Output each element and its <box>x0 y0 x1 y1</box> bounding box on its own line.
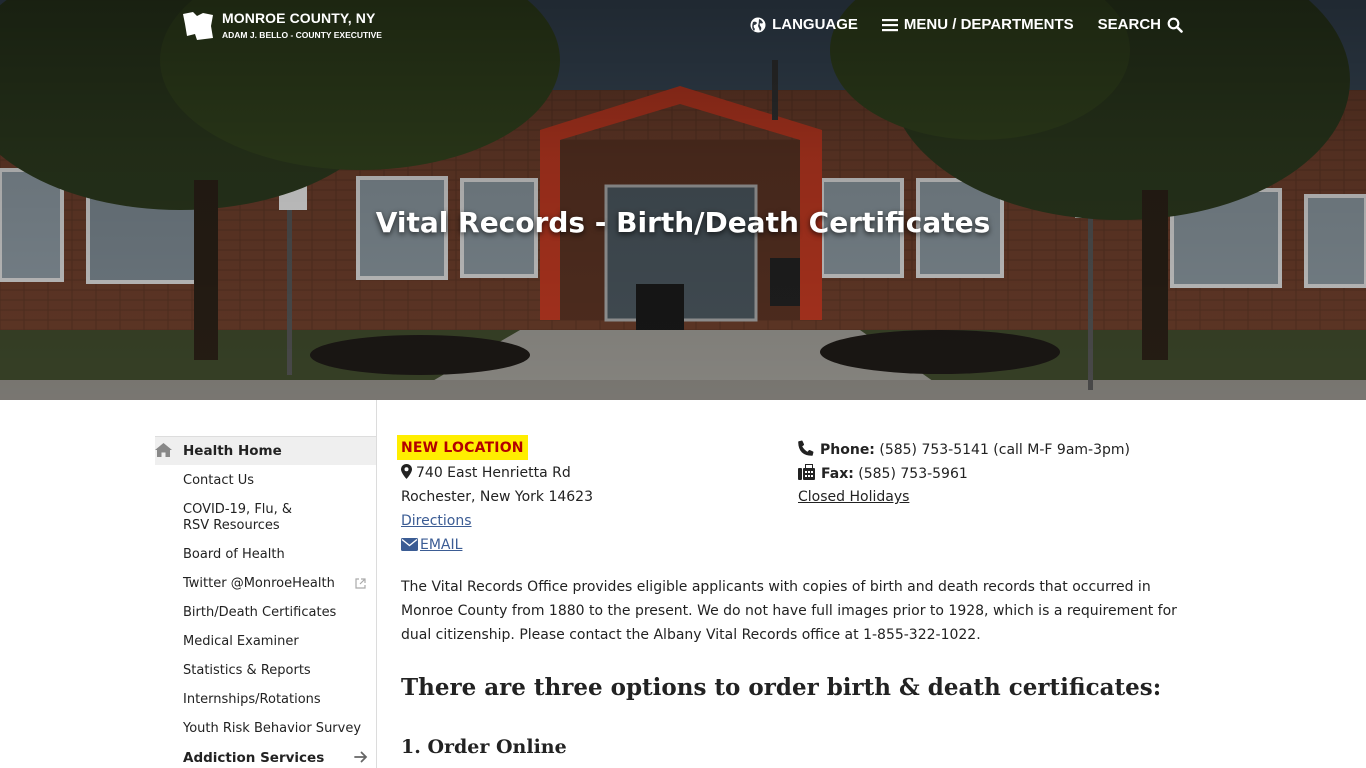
intro-paragraph: The Vital Records Office provides eligib… <box>401 579 1177 643</box>
page-title: Vital Records - Birth/Death Certificates <box>375 206 991 239</box>
email-link[interactable]: EMAIL <box>401 536 462 554</box>
sidebar-item-label: Addiction Services <box>183 750 325 766</box>
fax-icon <box>798 464 815 480</box>
option-order-online-heading: 1. Order Online <box>401 736 567 758</box>
sidebar-item-label: Contact Us <box>183 473 254 488</box>
sidebar-item-covid-resources[interactable]: COVID-19, Flu, & RSV Resources <box>155 502 315 534</box>
sidebar-list: Health Home Contact Us COVID-19, Flu, & … <box>155 436 376 766</box>
sidebar-divider <box>376 400 377 768</box>
sidebar-item-label: Medical Examiner <box>183 634 299 649</box>
sidebar-item-label: Youth Risk Behavior Survey <box>183 721 362 736</box>
hero-overlay <box>0 0 1366 400</box>
sidebar-item-twitter[interactable]: Twitter @MonroeHealth <box>155 576 376 592</box>
address-street-text: 740 East Henrietta Rd <box>416 465 571 481</box>
phone-label: Phone: <box>820 442 875 458</box>
external-link-icon <box>355 578 366 589</box>
sidebar-item-label: Twitter @MonroeHealth <box>183 576 335 591</box>
menu-label: MENU / DEPARTMENTS <box>903 16 1074 33</box>
brand-name: MONROE COUNTY, NY <box>222 10 376 26</box>
county-brand[interactable]: MONROE COUNTY, NY ADAM J. BELLO - COUNTY… <box>183 11 382 40</box>
directions-link[interactable]: Directions <box>401 512 472 530</box>
menu-departments-button[interactable]: MENU / DEPARTMENTS <box>881 16 1074 34</box>
sidebar-item-board-of-health[interactable]: Board of Health <box>155 547 376 563</box>
address-street: 740 East Henrietta Rd <box>401 464 571 482</box>
email-link-text: EMAIL <box>420 537 463 553</box>
sidebar-item-label: COVID-19, Flu, & RSV Resources <box>183 502 293 533</box>
language-button[interactable]: LANGUAGE <box>750 16 858 34</box>
phone-icon <box>798 440 814 456</box>
sidebar-item-internships[interactable]: Internships/Rotations <box>155 692 376 708</box>
main-content: NEW LOCATION 740 East Henrietta Rd Roche… <box>397 400 1201 768</box>
globe-icon <box>750 17 766 33</box>
sidebar-item-label: Birth/Death Certificates <box>183 605 337 620</box>
phone-value: (585) 753-5141 (call M-F 9am-3pm) <box>879 442 1130 458</box>
monroe-county-logo-icon <box>183 12 213 40</box>
fax-info: Fax: (585) 753-5961 <box>798 464 968 483</box>
sidebar-item-contact-us[interactable]: Contact Us <box>155 473 376 489</box>
sidebar-navigation: Health Home Contact Us COVID-19, Flu, & … <box>155 400 377 768</box>
address-city: Rochester, New York 14623 <box>401 489 593 505</box>
sidebar-item-health-home[interactable]: Health Home <box>155 436 376 465</box>
sidebar-item-statistics-reports[interactable]: Statistics & Reports <box>155 663 376 679</box>
arrow-right-icon <box>354 751 368 763</box>
hero-banner: MONROE COUNTY, NY ADAM J. BELLO - COUNTY… <box>0 0 1366 400</box>
sidebar-item-label: Internships/Rotations <box>183 692 321 707</box>
sidebar-item-medical-examiner[interactable]: Medical Examiner <box>155 634 376 650</box>
sidebar-item-addiction-services[interactable]: Addiction Services <box>155 750 376 766</box>
fax-label: Fax: <box>821 466 854 482</box>
new-location-badge: NEW LOCATION <box>397 435 528 460</box>
sidebar-item-youth-risk-survey[interactable]: Youth Risk Behavior Survey <box>155 721 376 737</box>
sidebar-item-label: Statistics & Reports <box>183 663 311 678</box>
search-icon <box>1167 17 1183 33</box>
sidebar-item-birth-death-certificates[interactable]: Birth/Death Certificates <box>155 605 376 621</box>
brand-subtitle: ADAM J. BELLO - COUNTY EXECUTIVE <box>222 30 382 40</box>
search-label: SEARCH <box>1097 16 1161 33</box>
home-icon <box>155 443 172 457</box>
sidebar-item-label: Health Home <box>183 443 282 459</box>
envelope-icon <box>401 538 418 551</box>
search-button[interactable]: SEARCH <box>1098 16 1183 34</box>
closed-holidays-link[interactable]: Closed Holidays <box>798 488 909 506</box>
options-heading: There are three options to order birth &… <box>401 674 1162 701</box>
fax-value: (585) 753-5961 <box>858 466 968 482</box>
hamburger-menu-icon <box>881 19 898 32</box>
map-marker-icon <box>401 464 412 479</box>
language-label: LANGUAGE <box>772 16 858 33</box>
sidebar-item-label: Board of Health <box>183 547 285 562</box>
phone-info: Phone: (585) 753-5141 (call M-F 9am-3pm) <box>798 440 1130 459</box>
top-navigation: LANGUAGE MENU / DEPARTMENTS SEARCH <box>726 16 1183 34</box>
